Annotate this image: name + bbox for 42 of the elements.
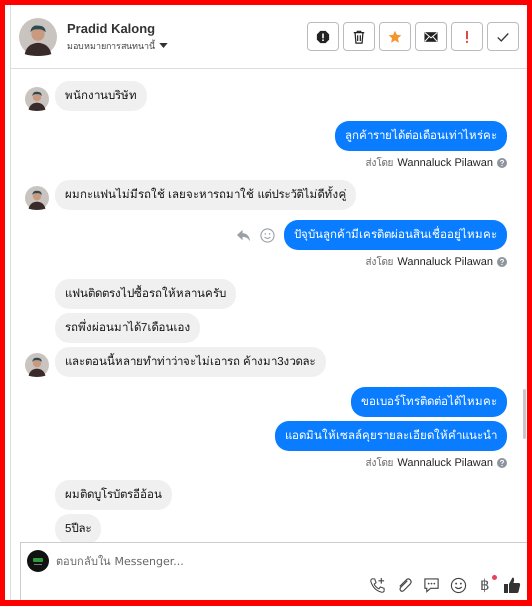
done-button[interactable] xyxy=(487,22,519,51)
assign-dropdown[interactable]: มอบหมายการสนทนานี้ xyxy=(67,38,168,52)
message-bubble: ผมติดบูโรบัตรอีอ้อน xyxy=(55,480,172,510)
contact-name: Pradid Kalong xyxy=(67,20,156,36)
message-bubble: และตอนนี้หลายทำท่าว่าจะไม่เอารถ ค้างมา3งวดละ xyxy=(55,347,326,377)
message-bubble: ลูกค้ารายได้ต่อเดือนเท่าไหร่คะ xyxy=(335,121,507,151)
emoji-icon[interactable] xyxy=(450,576,467,594)
star-button[interactable] xyxy=(379,22,411,51)
scrollbar[interactable] xyxy=(523,389,526,439)
help-icon[interactable] xyxy=(497,158,507,168)
sent-by-label: ส่งโดย xyxy=(365,156,394,170)
report-button[interactable] xyxy=(307,22,339,51)
thumbs-up-icon[interactable] xyxy=(503,576,521,594)
message-bubble: แฟนติดตรงไปซื้อรถให้หลานครับ xyxy=(55,279,236,309)
sent-by-label: ส่งโดย xyxy=(365,255,394,269)
sender-name: Wannaluck Pilawan xyxy=(397,156,493,168)
message-bubble: พนักงานบริษัท xyxy=(55,81,147,111)
message-bubble: ผมกะแฟนไม่มีรถใช้ เลยจะหารถมาใช้ แต่ประวัติไม่ดีทั้งคู่ xyxy=(55,180,356,210)
message-bubble: ปัจุบันลูกค้ามีเครดิตผ่อนสินเชื่ออยู่ไหมคะ xyxy=(284,220,507,250)
trash-icon xyxy=(352,30,366,44)
speech-bubble-icon[interactable] xyxy=(423,576,440,594)
avatar xyxy=(19,18,57,56)
mail-button[interactable] xyxy=(415,22,447,51)
sender-name: Wannaluck Pilawan xyxy=(397,456,493,468)
help-icon[interactable] xyxy=(497,256,507,266)
sent-by-label: ส่งโดย xyxy=(365,456,394,470)
message-bubble: รถพึ่งผ่อนมาได้7เดือนเอง xyxy=(55,313,200,343)
reply-icon[interactable] xyxy=(236,228,251,242)
message-bubble: 5ปีละ xyxy=(55,514,102,542)
star-icon xyxy=(388,30,402,44)
alert-icon xyxy=(316,30,330,44)
call-icon[interactable] xyxy=(369,576,386,594)
caret-icon xyxy=(159,43,168,48)
delete-button[interactable] xyxy=(343,22,375,51)
message-bubble: ขอเบอร์โทรติดต่อได้ไหมคะ xyxy=(351,387,507,417)
message-bubble: แอดมินให้เซลล์คุยรายละเอียดให้คำแนะนำ xyxy=(275,421,507,451)
payment-button[interactable]: ฿ xyxy=(477,576,493,594)
exclamation-icon xyxy=(465,30,469,44)
sender-name: Wannaluck Pilawan xyxy=(397,256,493,268)
help-icon[interactable] xyxy=(497,458,507,468)
page-avatar xyxy=(27,550,49,572)
envelope-icon xyxy=(424,30,438,44)
